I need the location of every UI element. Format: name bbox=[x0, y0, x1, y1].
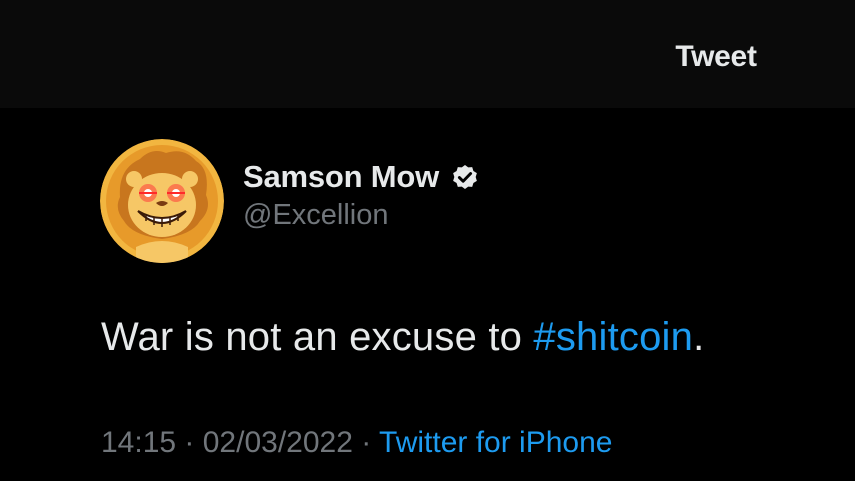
tweet-detail: Samson Mow @Excellion War is not an excu… bbox=[0, 108, 855, 481]
meta-separator: · bbox=[176, 426, 203, 459]
user-handle[interactable]: @Excellion bbox=[243, 199, 481, 232]
meta-separator: · bbox=[352, 426, 380, 459]
verified-badge-icon bbox=[449, 161, 481, 193]
display-name[interactable]: Samson Mow bbox=[243, 159, 439, 195]
tweet-time: 14:15 bbox=[101, 426, 177, 459]
tweet-text-end: . bbox=[693, 315, 705, 359]
top-nav-bar: Tweet bbox=[0, 0, 855, 108]
page-title: Tweet bbox=[675, 40, 757, 73]
hashtag-link[interactable]: #shitcoin bbox=[533, 315, 693, 359]
tweet-date: 02/03/2022 bbox=[202, 426, 353, 459]
tweet-metadata: 14:15 · 02/03/2022 · Twitter for iPhone bbox=[101, 426, 612, 460]
author-info[interactable]: Samson Mow @Excellion bbox=[243, 157, 481, 232]
tweet-source-link[interactable]: Twitter for iPhone bbox=[379, 426, 612, 459]
tweet-text: War is not an excuse to #shitcoin. bbox=[101, 315, 704, 360]
lion-laser-eyes-avatar-icon bbox=[100, 139, 224, 263]
avatar[interactable] bbox=[100, 139, 224, 263]
display-name-row: Samson Mow bbox=[243, 157, 481, 197]
tweet-text-body: War is not an excuse to bbox=[101, 315, 534, 359]
